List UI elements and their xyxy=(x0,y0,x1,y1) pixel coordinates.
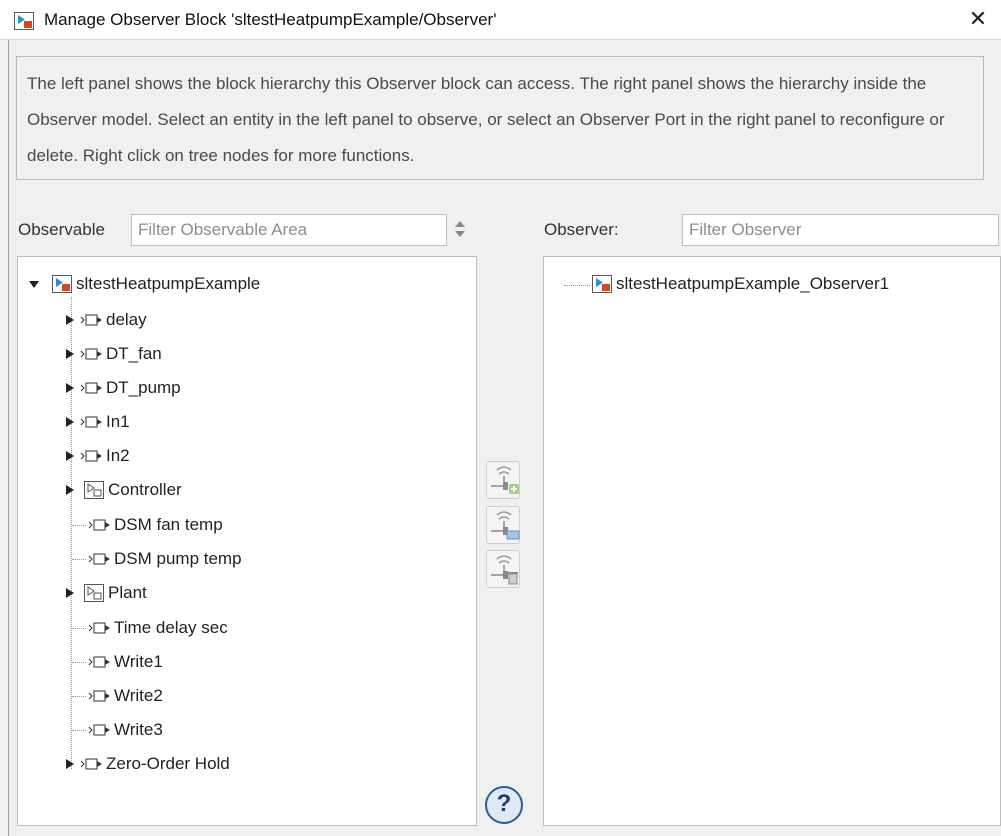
title-bar: Manage Observer Block 'sltestHeatpumpExa… xyxy=(0,0,1001,40)
collapsed-triangle-icon[interactable] xyxy=(64,450,76,462)
tree-node-label: DSM fan temp xyxy=(114,515,223,534)
tree-connector xyxy=(564,285,590,286)
port-icon xyxy=(80,348,102,360)
port-icon xyxy=(88,690,110,702)
tree-node-label: delay xyxy=(106,310,147,329)
tree-node-label: Zero-Order Hold xyxy=(106,754,230,773)
tree-node-label: Time delay sec xyxy=(114,618,228,637)
tree-node-write1[interactable]: Write1 xyxy=(88,649,163,675)
help-button[interactable]: ? xyxy=(485,786,523,824)
observer-tree-panel[interactable]: sltestHeatpumpExample_Observer1 xyxy=(543,256,1001,826)
tree-node-write2[interactable]: Write2 xyxy=(88,683,163,709)
delete-observer-port-button[interactable] xyxy=(486,550,520,588)
window-title: Manage Observer Block 'sltestHeatpumpExa… xyxy=(44,10,497,29)
collapsed-triangle-icon[interactable] xyxy=(64,587,76,599)
subsystem-icon xyxy=(84,584,104,602)
tree-guide-line xyxy=(71,297,72,769)
collapsed-triangle-icon[interactable] xyxy=(64,348,76,360)
simulink-model-icon xyxy=(14,12,34,30)
collapsed-triangle-icon[interactable] xyxy=(64,314,76,326)
expanded-triangle-icon[interactable] xyxy=(28,278,40,290)
reconfigure-observer-port-button[interactable] xyxy=(486,506,520,544)
port-icon xyxy=(88,724,110,736)
port-icon xyxy=(80,450,102,462)
port-icon xyxy=(88,519,110,531)
tree-node-label: Controller xyxy=(108,480,182,499)
port-icon xyxy=(88,622,110,634)
port-icon xyxy=(88,553,110,565)
tree-node-dsm-pump-temp[interactable]: DSM pump temp xyxy=(88,546,242,572)
port-icon xyxy=(80,382,102,394)
window-frame-edge xyxy=(8,40,9,836)
tree-connector xyxy=(72,525,86,526)
tree-node-plant[interactable]: Plant xyxy=(64,580,147,606)
collapsed-triangle-icon[interactable] xyxy=(64,758,76,770)
tree-node-label: In2 xyxy=(106,446,130,465)
close-button[interactable]: ✕ xyxy=(965,6,991,32)
observer-tree-node-root[interactable]: sltestHeatpumpExample_Observer1 xyxy=(592,271,889,297)
tree-node-root[interactable]: sltestHeatpumpExample xyxy=(28,271,260,297)
tree-node-zero-order-hold[interactable]: Zero-Order Hold xyxy=(64,751,230,777)
tree-node-dsm-fan-temp[interactable]: DSM fan temp xyxy=(88,512,223,538)
tree-connector xyxy=(72,730,86,731)
port-icon xyxy=(80,758,102,770)
tree-node-dt-pump[interactable]: DT_pump xyxy=(64,375,181,401)
add-observer-port-icon xyxy=(491,466,519,494)
tree-node-time-delay-sec[interactable]: Time delay sec xyxy=(88,615,228,641)
port-icon xyxy=(80,416,102,428)
instructions-panel: The left panel shows the block hierarchy… xyxy=(16,56,984,180)
tree-node-write3[interactable]: Write3 xyxy=(88,717,163,743)
observable-filter-input[interactable] xyxy=(131,214,447,246)
collapsed-triangle-icon[interactable] xyxy=(64,416,76,428)
tree-node-in1[interactable]: In1 xyxy=(64,409,130,435)
tree-node-label: Plant xyxy=(108,583,147,602)
delete-observer-port-icon xyxy=(491,555,518,585)
port-icon xyxy=(80,314,102,326)
tree-node-in2[interactable]: In2 xyxy=(64,443,130,469)
tree-connector xyxy=(72,696,86,697)
tree-node-label: sltestHeatpumpExample xyxy=(76,274,261,293)
tree-node-delay[interactable]: delay xyxy=(64,307,147,333)
tree-node-label: Write1 xyxy=(114,652,163,671)
add-observer-port-button[interactable] xyxy=(486,461,520,499)
sort-spinner-icon[interactable] xyxy=(451,215,469,243)
tree-connector xyxy=(72,559,86,560)
observable-label: Observable xyxy=(18,220,105,239)
model-icon xyxy=(592,275,612,293)
model-icon xyxy=(52,275,72,293)
tree-connector xyxy=(72,628,86,629)
tree-node-label: DT_pump xyxy=(106,378,181,397)
reconfigure-observer-port-icon xyxy=(491,511,520,540)
observable-tree-panel[interactable]: sltestHeatpumpExample delay DT_fan DT_pu… xyxy=(17,256,477,826)
observer-filter-input[interactable] xyxy=(682,214,999,246)
tree-node-dt-fan[interactable]: DT_fan xyxy=(64,341,162,367)
tree-node-label: Write2 xyxy=(114,686,163,705)
tree-node-label: DT_fan xyxy=(106,344,162,363)
tree-node-controller[interactable]: Controller xyxy=(64,477,182,503)
tree-node-label: Write3 xyxy=(114,720,163,739)
collapsed-triangle-icon[interactable] xyxy=(64,484,76,496)
observer-label: Observer: xyxy=(544,220,619,239)
instructions-text: The left panel shows the block hierarchy… xyxy=(27,74,945,165)
tree-connector xyxy=(72,662,86,663)
tree-node-label: DSM pump temp xyxy=(114,549,242,568)
collapsed-triangle-icon[interactable] xyxy=(64,382,76,394)
subsystem-icon xyxy=(84,481,104,499)
tree-node-label: In1 xyxy=(106,412,130,431)
port-icon xyxy=(88,656,110,668)
tree-node-label: sltestHeatpumpExample_Observer1 xyxy=(616,274,890,293)
